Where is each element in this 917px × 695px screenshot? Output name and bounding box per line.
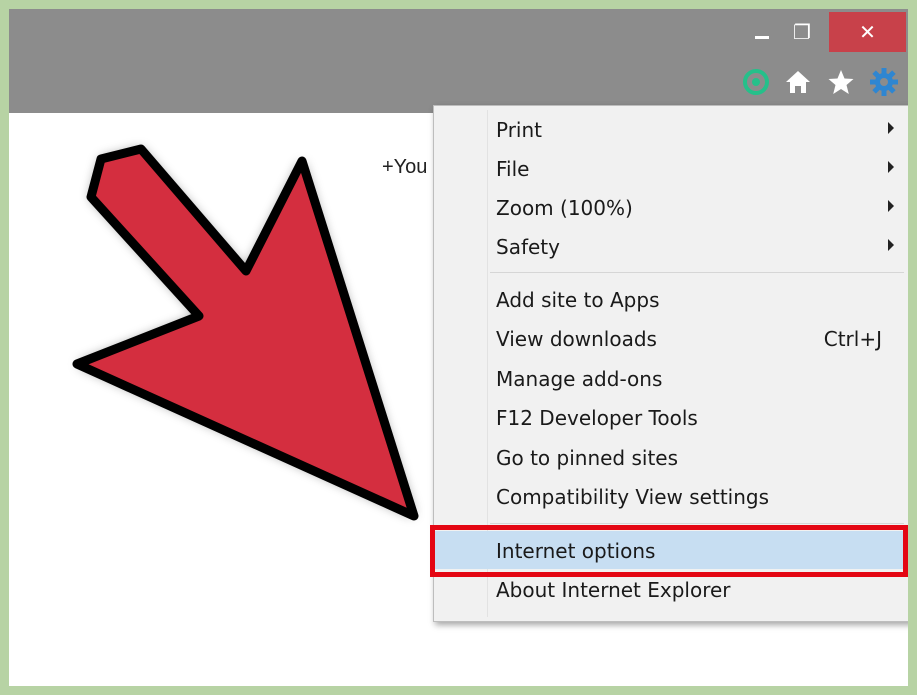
menu-item-shortcut: Ctrl+J [823,327,882,351]
menu-item-label: F12 Developer Tools [496,406,698,430]
menu-item-label: Go to pinned sites [496,446,679,470]
menu-item-manage-add-ons[interactable]: Manage add-ons [434,359,908,397]
submenu-arrow-icon [888,161,894,173]
menu-item-view-downloads[interactable]: View downloads Ctrl+J [434,319,908,357]
menu-separator [490,272,904,273]
menu-item-label: Zoom (100%) [496,196,633,220]
menu-item-label: View downloads [496,327,657,351]
menu-item-print[interactable]: Print [434,110,908,148]
highlight-annotation-box [430,525,908,577]
menu-item-label: Print [496,118,543,142]
menu-item-label: Safety [496,235,560,259]
menu-separator [490,523,904,524]
browser-window: ❐ ✕ +You Print File Zoom (100%) Safety A… [9,9,908,686]
menu-item-f12-developer-tools[interactable]: F12 Developer Tools [434,398,908,436]
menu-item-label: File [496,157,530,181]
menu-item-add-site-to-apps[interactable]: Add site to Apps [434,280,908,318]
menu-item-label: Manage add-ons [496,367,663,391]
menu-item-go-to-pinned-sites[interactable]: Go to pinned sites [434,438,908,476]
menu-item-label: Compatibility View settings [496,485,770,509]
submenu-arrow-icon [888,122,894,134]
menu-item-file[interactable]: File [434,149,908,187]
menu-item-label: About Internet Explorer [496,578,731,602]
menu-item-zoom[interactable]: Zoom (100%) [434,188,908,226]
menu-item-compatibility-view-settings[interactable]: Compatibility View settings [434,477,908,515]
menu-item-safety[interactable]: Safety [434,227,908,265]
menu-item-label: Add site to Apps [496,288,660,312]
submenu-arrow-icon [888,239,894,251]
submenu-arrow-icon [888,200,894,212]
